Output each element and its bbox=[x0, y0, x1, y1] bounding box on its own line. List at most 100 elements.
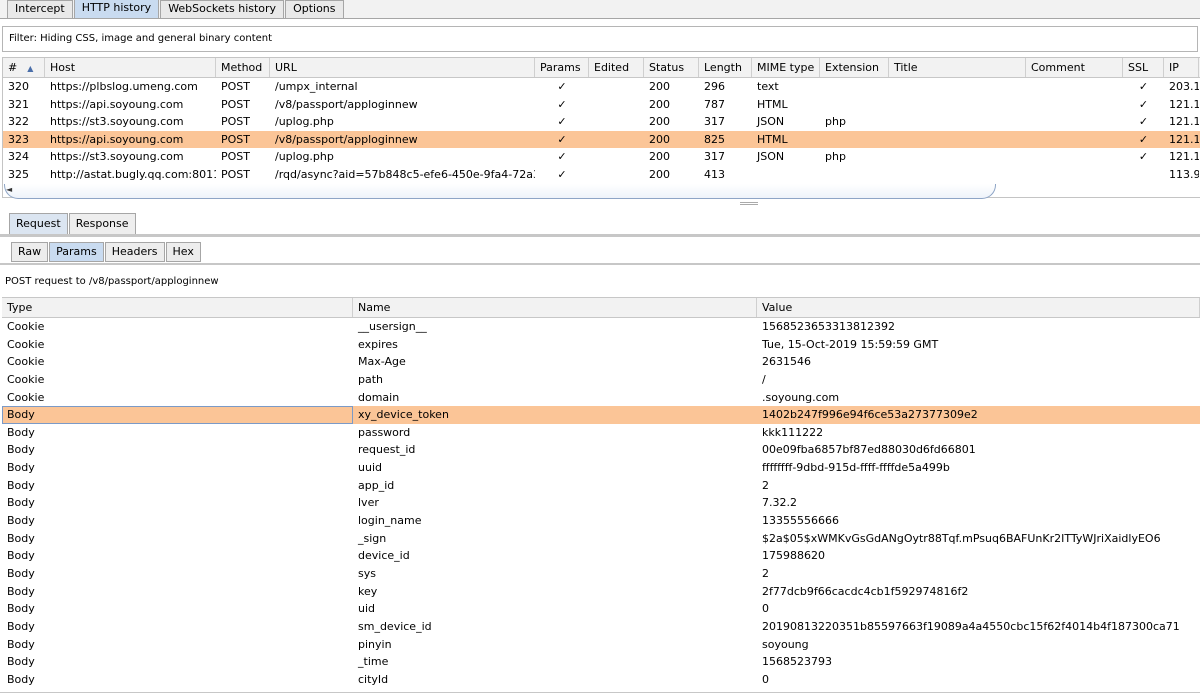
col-header-title[interactable]: Title bbox=[889, 58, 1026, 77]
table-row[interactable]: Body login_name 13355556666 bbox=[2, 512, 1200, 530]
col-header-name[interactable]: Name bbox=[353, 298, 757, 317]
tab-websockets-history[interactable]: WebSockets history bbox=[160, 0, 285, 18]
table-row[interactable]: Body sm_device_id 20190813220351b85597663f… bbox=[2, 618, 1200, 636]
tab-raw[interactable]: Raw bbox=[11, 242, 49, 262]
cell-url: /umpx_internal bbox=[275, 80, 358, 93]
cell-method: POST bbox=[221, 132, 250, 146]
table-row[interactable]: Body app_id 2 bbox=[2, 477, 1200, 495]
cell-ip: 113.9 bbox=[1169, 167, 1199, 181]
table-row[interactable]: 324 https://st3.soyoung.com POST/uplog.php… bbox=[3, 148, 1200, 166]
cell-comment bbox=[1026, 78, 1123, 96]
table-row[interactable]: Body _time 1568523793 bbox=[2, 653, 1200, 671]
cell-name: request_id bbox=[358, 443, 416, 457]
table-row[interactable]: Body sys 2 bbox=[2, 565, 1200, 583]
table-row[interactable]: 325 http://astat.bugly.qq.com:8011 POST/rq… bbox=[3, 166, 1200, 184]
tab-http-history[interactable]: HTTP history bbox=[73, 0, 160, 18]
table-row[interactable]: Body _sign $2a$05$xWMKvGsGdANgOytr88Tqf.mP… bbox=[2, 530, 1200, 548]
cell-type: Body bbox=[2, 406, 353, 424]
table-row[interactable]: Body lver 7.32.2 bbox=[2, 494, 1200, 512]
cell-host: https://st3.soyoung.com bbox=[50, 150, 184, 163]
table-row[interactable]: Body password kkk111222 bbox=[2, 424, 1200, 442]
cell-type: Body bbox=[7, 478, 35, 492]
tab-response[interactable]: Response bbox=[68, 213, 136, 235]
cell-value: 1568523653313812392 bbox=[762, 320, 895, 333]
cell-num: 324 bbox=[8, 150, 29, 163]
horizontal-scrollbar[interactable] bbox=[4, 184, 996, 199]
cell-type: Cookie bbox=[7, 390, 45, 404]
cell-ssl: ✓ bbox=[1138, 115, 1149, 128]
table-row[interactable]: 320 https://plbslog.umeng.com POST/umpx_in… bbox=[3, 78, 1200, 96]
col-header-host[interactable]: Host bbox=[45, 58, 216, 77]
col-header-ssl[interactable]: SSL bbox=[1123, 58, 1164, 77]
col-header-url[interactable]: URL bbox=[270, 58, 535, 77]
cell-ssl: ✓ bbox=[1138, 132, 1149, 146]
tab-request[interactable]: Request bbox=[9, 213, 68, 235]
cell-title bbox=[889, 96, 1026, 114]
table-row[interactable]: Cookie Max-Age 2631546 bbox=[2, 353, 1200, 371]
cell-title bbox=[889, 166, 1026, 184]
table-row[interactable]: Cookie path / bbox=[2, 371, 1200, 389]
cell-url: /uplog.php bbox=[275, 115, 334, 128]
cell-params: ✓ bbox=[557, 115, 567, 128]
col-header-comment[interactable]: Comment bbox=[1026, 58, 1123, 77]
tab-hex[interactable]: Hex bbox=[165, 242, 201, 262]
cell-url: /rqd/async?aid=57b848c5-efe6-450e-9fa4-7… bbox=[275, 167, 535, 181]
table-row[interactable]: 323 https://api.soyoung.com POST/v8/passpo… bbox=[3, 130, 1200, 148]
table-row[interactable]: Body uid 0 bbox=[2, 600, 1200, 618]
table-row[interactable]: Cookie __usersign__ 1568523653313812392 bbox=[2, 318, 1200, 336]
cell-mime: JSON bbox=[757, 150, 785, 163]
table-row[interactable]: Body device_id 175988620 bbox=[2, 547, 1200, 565]
col-header-num[interactable]: # ▲ bbox=[3, 58, 45, 77]
cell-status: 200 bbox=[649, 97, 670, 111]
cell-params: ✓ bbox=[557, 167, 567, 181]
scroll-left-icon[interactable]: ◄ bbox=[6, 184, 18, 196]
table-row[interactable]: Body cityId 0 bbox=[2, 671, 1200, 689]
cell-value: 1402b247f996e94f6ce53a27377309e2 bbox=[762, 408, 978, 422]
cell-length: 296 bbox=[704, 80, 725, 93]
tab-headers[interactable]: Headers bbox=[104, 242, 165, 262]
cell-method: POST bbox=[221, 167, 250, 181]
cell-name: sm_device_id bbox=[358, 619, 432, 633]
cell-ip: 203.1 bbox=[1169, 80, 1199, 93]
col-header-edited[interactable]: Edited bbox=[589, 58, 644, 77]
cell-comment bbox=[1026, 166, 1123, 184]
table-row[interactable]: 322 https://st3.soyoung.com POST/uplog.php… bbox=[3, 113, 1200, 131]
table-row[interactable]: Cookie domain .soyoung.com bbox=[2, 389, 1200, 407]
table-row[interactable]: Body request_id 00e09fba6857bf87ed88030d6f… bbox=[2, 441, 1200, 459]
col-header-mime-type[interactable]: MIME type bbox=[752, 58, 820, 77]
cell-type: Body bbox=[7, 496, 35, 510]
cell-ip: 121.1 bbox=[1169, 132, 1199, 146]
table-row[interactable]: Body pinyin soyoung bbox=[2, 636, 1200, 654]
filter-bar[interactable]: Filter: Hiding CSS, image and general bi… bbox=[2, 26, 1198, 52]
col-header-value[interactable]: Value bbox=[757, 298, 1200, 317]
tab-options[interactable]: Options bbox=[285, 0, 344, 18]
cell-name: key bbox=[358, 584, 378, 598]
col-header-params[interactable]: Params bbox=[535, 58, 589, 77]
http-history-table: # ▲ Host Method URL Params Edited Status … bbox=[2, 57, 1200, 198]
splitter-handle[interactable] bbox=[740, 202, 758, 205]
cell-ip: 121.1 bbox=[1169, 150, 1199, 163]
divider bbox=[0, 234, 1200, 237]
col-header-status[interactable]: Status bbox=[644, 58, 699, 77]
cell-value: 13355556666 bbox=[762, 514, 839, 528]
table-row[interactable]: Body key 2f77dcb9f66cacdc4cb1f592974816f2 bbox=[2, 583, 1200, 601]
table-row[interactable]: Body uuid ffffffff-9dbd-915d-ffff-ffffde5a… bbox=[2, 459, 1200, 477]
col-header-type[interactable]: Type bbox=[2, 298, 353, 317]
col-header-extension[interactable]: Extension bbox=[820, 58, 889, 77]
col-header-length[interactable]: Length bbox=[699, 58, 752, 77]
cell-status: 200 bbox=[649, 150, 670, 163]
cell-status: 200 bbox=[649, 132, 670, 146]
cell-type: Body bbox=[7, 672, 35, 686]
table-row[interactable]: Cookie expires Tue, 15-Oct-2019 15:59:59 G… bbox=[2, 336, 1200, 354]
cell-ssl: ✓ bbox=[1138, 150, 1149, 163]
cell-type: Body bbox=[7, 584, 35, 598]
tab-params[interactable]: Params bbox=[49, 242, 104, 262]
cell-comment bbox=[1026, 113, 1123, 131]
table-row[interactable]: Body xy_device_token 1402b247f996e94f6ce53… bbox=[2, 406, 1200, 424]
tab-intercept[interactable]: Intercept bbox=[7, 0, 73, 18]
cell-host: https://api.soyoung.com bbox=[50, 97, 184, 111]
sort-ascending-icon: ▲ bbox=[27, 64, 34, 73]
col-header-ip[interactable]: IP bbox=[1164, 58, 1199, 77]
col-header-method[interactable]: Method bbox=[216, 58, 270, 77]
table-row[interactable]: 321 https://api.soyoung.com POST/v8/passpo… bbox=[3, 96, 1200, 114]
